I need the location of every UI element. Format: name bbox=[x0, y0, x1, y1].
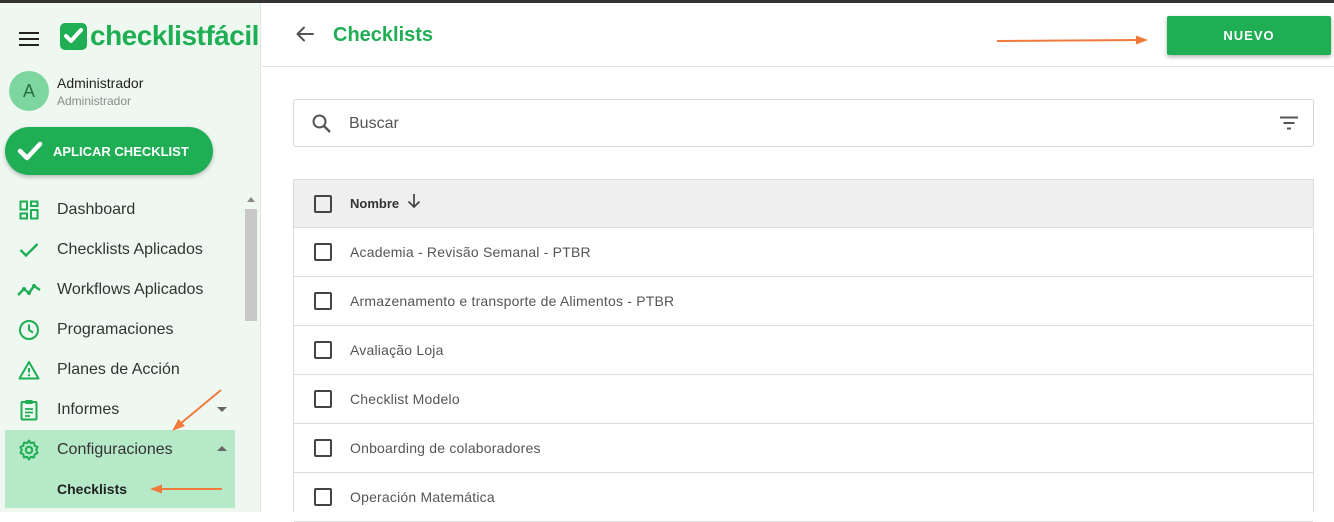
sidebar-item-planes-de-accion[interactable]: Planes de Acción bbox=[5, 350, 235, 390]
select-all-checkbox[interactable] bbox=[314, 194, 332, 213]
sidebar-item-checklists-aplicados[interactable]: Checklists Aplicados bbox=[5, 230, 235, 270]
column-header-nombre[interactable]: Nombre bbox=[350, 196, 399, 211]
search-icon bbox=[311, 113, 333, 140]
sidebar-subitem-checklists[interactable]: Checklists bbox=[5, 470, 235, 508]
apply-checklist-button[interactable]: APLICAR CHECKLIST bbox=[5, 127, 213, 175]
menu-icon[interactable] bbox=[19, 32, 39, 46]
row-name: Armazenamento e transporte de Alimentos … bbox=[350, 293, 675, 309]
row-name: Avaliação Loja bbox=[350, 342, 444, 358]
apply-checklist-label: APLICAR CHECKLIST bbox=[53, 143, 189, 159]
clipboard-icon bbox=[17, 398, 41, 422]
table-row[interactable]: Onboarding de colaboradores bbox=[294, 424, 1313, 473]
warning-icon bbox=[17, 358, 41, 382]
chevron-down-icon bbox=[217, 407, 227, 412]
sidebar-item-label: Workflows Aplicados bbox=[57, 281, 204, 298]
sidebar-scrollbar[interactable] bbox=[244, 195, 258, 515]
back-arrow-icon[interactable] bbox=[294, 23, 316, 50]
user-profile[interactable]: A Administrador Administrador bbox=[9, 71, 143, 111]
sidebar-item-label: Planes de Acción bbox=[57, 361, 180, 378]
search-input[interactable] bbox=[349, 110, 1249, 138]
gear-icon bbox=[17, 438, 41, 462]
sidebar-item-configuraciones[interactable]: Configuraciones bbox=[5, 430, 235, 470]
chevron-up-icon bbox=[217, 446, 227, 451]
sidebar: checklistfácil A Administrador Administr… bbox=[0, 3, 261, 512]
table-row[interactable]: Operación Matemática bbox=[294, 473, 1313, 522]
table-row[interactable]: Armazenamento e transporte de Alimentos … bbox=[294, 277, 1313, 326]
search-bar bbox=[293, 99, 1314, 147]
dashboard-icon bbox=[17, 198, 41, 222]
user-name: Administrador bbox=[57, 74, 144, 91]
row-name: Checklist Modelo bbox=[350, 391, 460, 407]
row-checkbox[interactable] bbox=[314, 439, 332, 457]
checklists-table: Nombre Academia - Revisão Semanal - PTBR… bbox=[293, 179, 1314, 522]
scroll-up-icon[interactable] bbox=[247, 197, 255, 202]
sidebar-item-label: Informes bbox=[57, 401, 120, 418]
sidebar-item-label: Configuraciones bbox=[57, 441, 173, 458]
new-button[interactable]: NUEVO bbox=[1167, 16, 1331, 55]
check-icon bbox=[17, 238, 41, 262]
sort-arrow-down-icon[interactable] bbox=[407, 193, 421, 214]
sidebar-item-workflows-aplicados[interactable]: Workflows Aplicados bbox=[5, 270, 235, 310]
row-name: Onboarding de colaboradores bbox=[350, 440, 541, 456]
sidebar-item-label: Checklists Aplicados bbox=[57, 241, 203, 258]
scroll-thumb[interactable] bbox=[245, 209, 257, 321]
table-row[interactable]: Avaliação Loja bbox=[294, 326, 1313, 375]
sidebar-nav: Dashboard Checklists Aplicados Workflows… bbox=[5, 190, 235, 508]
trending-icon bbox=[17, 278, 41, 302]
row-checkbox[interactable] bbox=[314, 488, 332, 506]
check-icon bbox=[17, 141, 43, 161]
row-name: Academia - Revisão Semanal - PTBR bbox=[350, 244, 591, 260]
row-checkbox[interactable] bbox=[314, 243, 332, 261]
sidebar-item-label: Dashboard bbox=[57, 201, 136, 218]
page-title: Checklists bbox=[333, 24, 434, 46]
sidebar-item-dashboard[interactable]: Dashboard bbox=[5, 190, 235, 230]
brand-logo[interactable]: checklistfácil bbox=[60, 20, 259, 52]
filter-icon[interactable] bbox=[1279, 116, 1299, 135]
sidebar-item-programaciones[interactable]: Programaciones bbox=[5, 310, 235, 350]
table-row[interactable]: Checklist Modelo bbox=[294, 375, 1313, 424]
table-row[interactable]: Academia - Revisão Semanal - PTBR bbox=[294, 228, 1313, 277]
row-name: Operación Matemática bbox=[350, 489, 495, 505]
sidebar-item-label: Programaciones bbox=[57, 321, 174, 338]
page-header: Checklists NUEVO bbox=[262, 3, 1334, 67]
avatar: A bbox=[9, 71, 49, 111]
clock-icon bbox=[17, 318, 41, 342]
sidebar-item-informes[interactable]: Informes bbox=[5, 390, 235, 430]
row-checkbox[interactable] bbox=[314, 341, 332, 359]
brand-name: checklistfácil bbox=[90, 20, 259, 51]
logo-check-icon bbox=[60, 22, 87, 50]
row-checkbox[interactable] bbox=[314, 292, 332, 310]
table-header: Nombre bbox=[294, 180, 1313, 228]
row-checkbox[interactable] bbox=[314, 390, 332, 408]
user-role: Administrador bbox=[57, 93, 132, 108]
